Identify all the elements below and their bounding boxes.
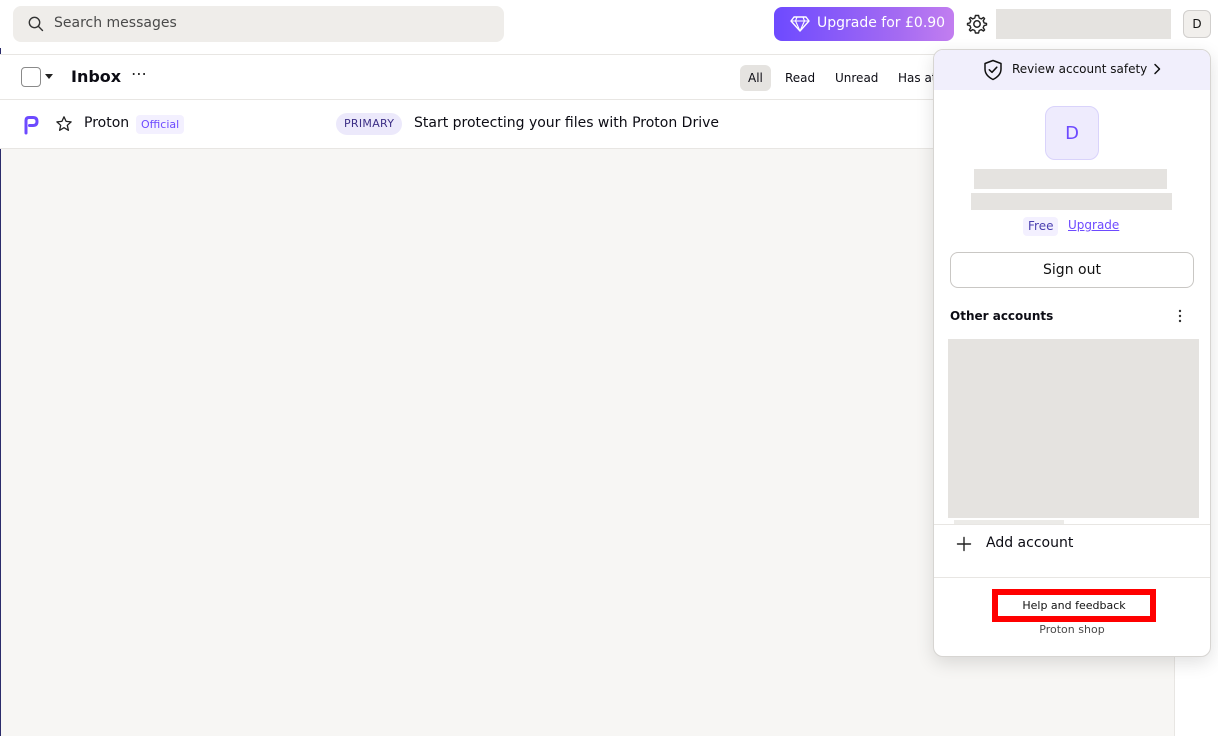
shield-check-icon xyxy=(984,59,1002,81)
filter-read[interactable]: Read xyxy=(777,65,823,91)
add-account-label: Add account xyxy=(986,535,1074,551)
settings-gear-icon[interactable] xyxy=(966,13,988,35)
filter-all[interactable]: All xyxy=(740,65,771,91)
more-options-icon[interactable]: ⋯ xyxy=(131,64,148,83)
upgrade-link[interactable]: Upgrade xyxy=(1068,218,1119,232)
diamond-icon xyxy=(790,16,810,32)
redacted-display-name xyxy=(974,169,1167,189)
user-avatar-button[interactable]: D xyxy=(1183,10,1211,38)
category-badge: PRIMARY xyxy=(336,113,403,135)
other-accounts-heading: Other accounts xyxy=(950,309,1054,323)
proton-shop-link[interactable]: Proton shop xyxy=(934,623,1210,636)
account-avatar: D xyxy=(1045,106,1099,160)
footer-divider xyxy=(934,577,1210,578)
plus-icon xyxy=(956,536,972,552)
proton-logo-icon xyxy=(17,111,45,139)
filter-unread[interactable]: Unread xyxy=(827,65,886,91)
official-badge: Official xyxy=(136,115,185,134)
review-account-safety-link[interactable]: Review account safety xyxy=(934,50,1210,90)
redacted-account-name xyxy=(996,9,1171,39)
help-and-feedback-label: Help and feedback xyxy=(1022,599,1126,612)
select-dropdown-caret-icon[interactable] xyxy=(45,74,53,79)
upgrade-label: Upgrade for £0.90 xyxy=(817,15,946,31)
search-placeholder: Search messages xyxy=(54,15,177,31)
accounts-divider xyxy=(934,524,1210,525)
add-account-button[interactable]: Add account xyxy=(934,527,1210,561)
sign-out-button[interactable]: Sign out xyxy=(950,252,1194,288)
help-and-feedback-link[interactable]: Help and feedback xyxy=(992,589,1156,622)
star-icon[interactable] xyxy=(55,115,73,133)
account-dropdown: Review account safety D Free Upgrade Sig… xyxy=(933,49,1211,657)
redacted-email xyxy=(971,193,1172,210)
kebab-menu-icon[interactable] xyxy=(1177,308,1183,324)
redacted-other-accounts-list xyxy=(948,339,1199,518)
message-subject: Start protecting your files with Proton … xyxy=(414,115,719,131)
search-input[interactable]: Search messages xyxy=(13,6,504,42)
plan-badge: Free xyxy=(1023,217,1059,236)
select-all-checkbox[interactable] xyxy=(21,67,41,87)
page-title: Inbox xyxy=(71,67,122,86)
upgrade-button[interactable]: Upgrade for £0.90 xyxy=(774,7,954,41)
chevron-right-icon xyxy=(1154,63,1161,75)
search-icon xyxy=(28,16,44,32)
review-account-safety-label: Review account safety xyxy=(1012,62,1148,76)
top-bar: Search messages Upgrade for £0.90 D xyxy=(0,0,1218,48)
mail-app: Search messages Upgrade for £0.90 D Inbo… xyxy=(0,0,1218,736)
sender-name: Proton xyxy=(84,115,130,131)
